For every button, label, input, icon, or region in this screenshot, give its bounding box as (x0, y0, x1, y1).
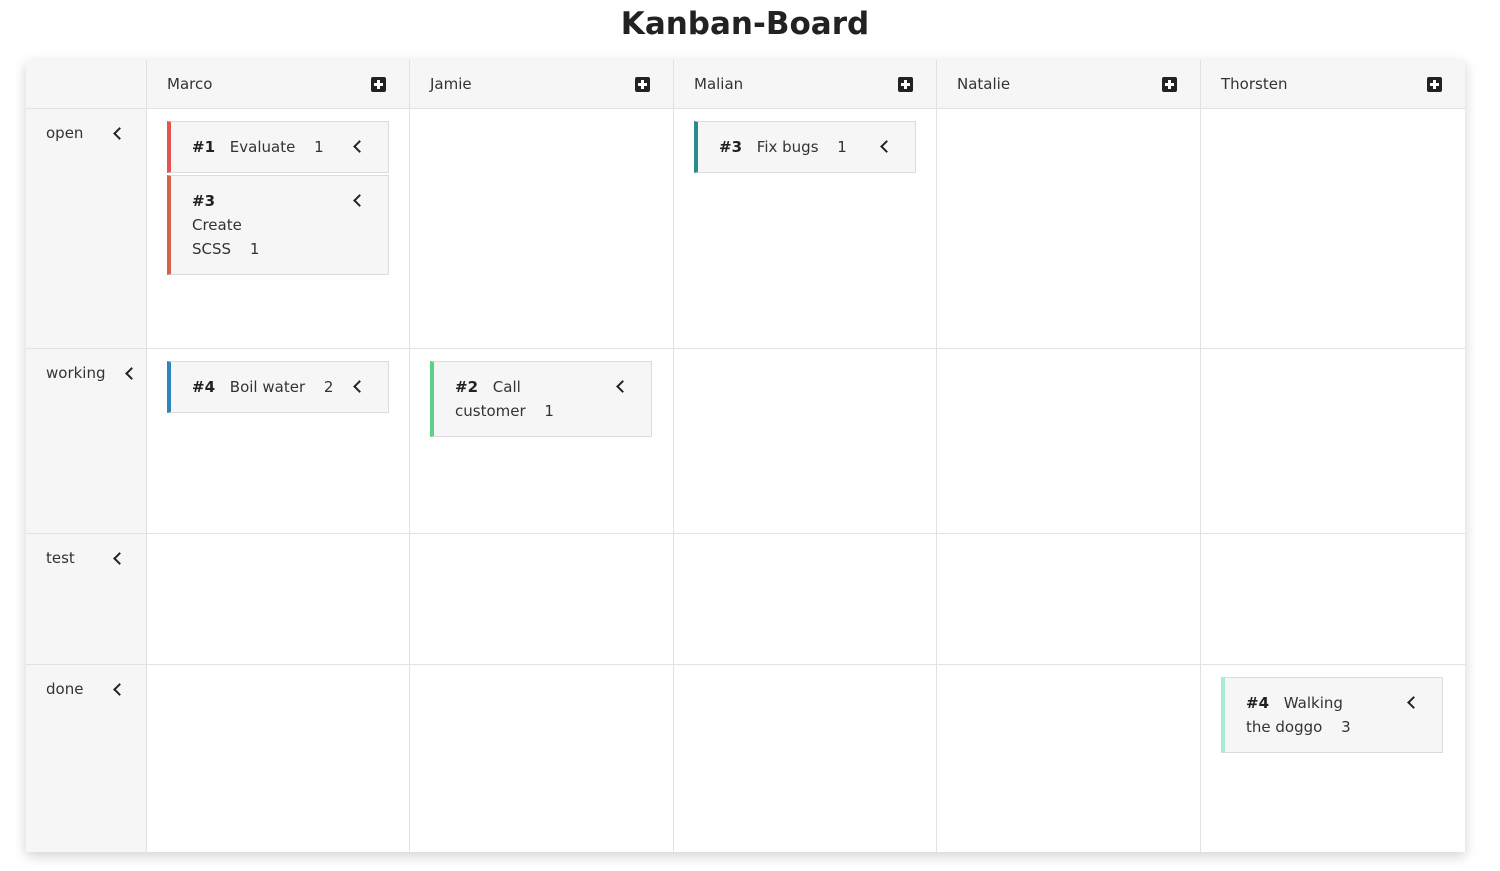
chevron-left-icon[interactable] (616, 380, 629, 393)
cell-done-malian (674, 665, 937, 852)
card-title: Boil water (229, 378, 306, 396)
cell-working-thorsten (1201, 349, 1465, 534)
cell-working-malian (674, 349, 937, 534)
column-header-label: Thorsten (1221, 75, 1288, 93)
card-number: #4 (1246, 694, 1270, 712)
chevron-left-icon[interactable] (353, 194, 366, 207)
cell-test-natalie (937, 534, 1201, 665)
page-title: Kanban-Board (620, 6, 870, 42)
card-points: 1 (837, 138, 847, 156)
row-header-label: test (46, 549, 75, 567)
row-header-working: working (26, 349, 147, 534)
row-header-done: done (26, 665, 147, 852)
plus-square-icon[interactable] (371, 77, 386, 92)
plus-square-icon[interactable] (898, 77, 913, 92)
column-header-malian: Malian (674, 60, 937, 109)
row-header-label: working (46, 364, 106, 382)
plus-square-icon[interactable] (1427, 77, 1442, 92)
card-points: 1 (544, 402, 554, 420)
chevron-left-icon[interactable] (113, 683, 126, 696)
card-points: 1 (249, 240, 260, 258)
cell-working-natalie (937, 349, 1201, 534)
plus-square-icon[interactable] (635, 77, 650, 92)
cell-working-marco: #4 Boil water 2 (147, 349, 410, 534)
card-title: Evaluate (229, 138, 296, 156)
column-header-jamie: Jamie (410, 60, 674, 109)
cell-test-malian (674, 534, 937, 665)
card-number: #4 (192, 378, 216, 396)
cell-working-jamie: #2 Call customer 1 (410, 349, 674, 534)
column-header-label: Jamie (430, 75, 472, 93)
cell-open-jamie (410, 109, 674, 349)
card-number: #1 (192, 138, 216, 156)
card-points: 3 (1341, 718, 1351, 736)
cell-done-marco (147, 665, 410, 852)
corner-cell (26, 60, 147, 109)
task-card[interactable]: #3 Fix bugs 1 (694, 121, 916, 173)
card-title: Fix bugs (756, 138, 819, 156)
row-header-open: open (26, 109, 147, 349)
chevron-left-icon[interactable] (353, 380, 366, 393)
chevron-left-icon[interactable] (125, 367, 138, 380)
cell-test-thorsten (1201, 534, 1465, 665)
cell-open-thorsten (1201, 109, 1465, 349)
column-header-thorsten: Thorsten (1201, 60, 1465, 109)
cell-open-malian: #3 Fix bugs 1 (674, 109, 937, 349)
cell-done-jamie (410, 665, 674, 852)
cell-done-thorsten: #4 Walking the doggo 3 (1201, 665, 1465, 852)
task-card[interactable]: #4 Boil water 2 (167, 361, 389, 413)
kanban-board: Marco Jamie Malian Natalie Thorsten open… (26, 60, 1465, 852)
task-card[interactable]: #2 Call customer 1 (430, 361, 652, 437)
column-header-label: Marco (167, 75, 213, 93)
row-header-label: done (46, 680, 84, 698)
card-points: 2 (323, 378, 334, 396)
chevron-left-icon[interactable] (113, 552, 126, 565)
chevron-left-icon[interactable] (880, 140, 893, 153)
cell-open-marco: #1 Evaluate 1 #3 Create SCSS 1 (147, 109, 410, 349)
cell-test-jamie (410, 534, 674, 665)
column-header-natalie: Natalie (937, 60, 1201, 109)
task-card[interactable]: #3 Create SCSS 1 (167, 175, 389, 275)
card-points: 1 (314, 138, 324, 156)
row-header-label: open (46, 124, 84, 142)
card-number: #3 (719, 138, 743, 156)
column-header-label: Malian (694, 75, 744, 93)
column-header-marco: Marco (147, 60, 410, 109)
card-title: Create SCSS (192, 216, 242, 258)
card-number: #2 (455, 378, 479, 396)
chevron-left-icon[interactable] (113, 127, 126, 140)
column-header-label: Natalie (957, 75, 1011, 93)
row-header-test: test (26, 534, 147, 665)
chevron-left-icon[interactable] (353, 140, 366, 153)
task-card[interactable]: #1 Evaluate 1 (167, 121, 389, 173)
task-card[interactable]: #4 Walking the doggo 3 (1221, 677, 1443, 753)
plus-square-icon[interactable] (1162, 77, 1177, 92)
cell-test-marco (147, 534, 410, 665)
chevron-left-icon[interactable] (1407, 696, 1420, 709)
cell-done-natalie (937, 665, 1201, 852)
card-number: #3 (192, 192, 216, 210)
cell-open-natalie (937, 109, 1201, 349)
